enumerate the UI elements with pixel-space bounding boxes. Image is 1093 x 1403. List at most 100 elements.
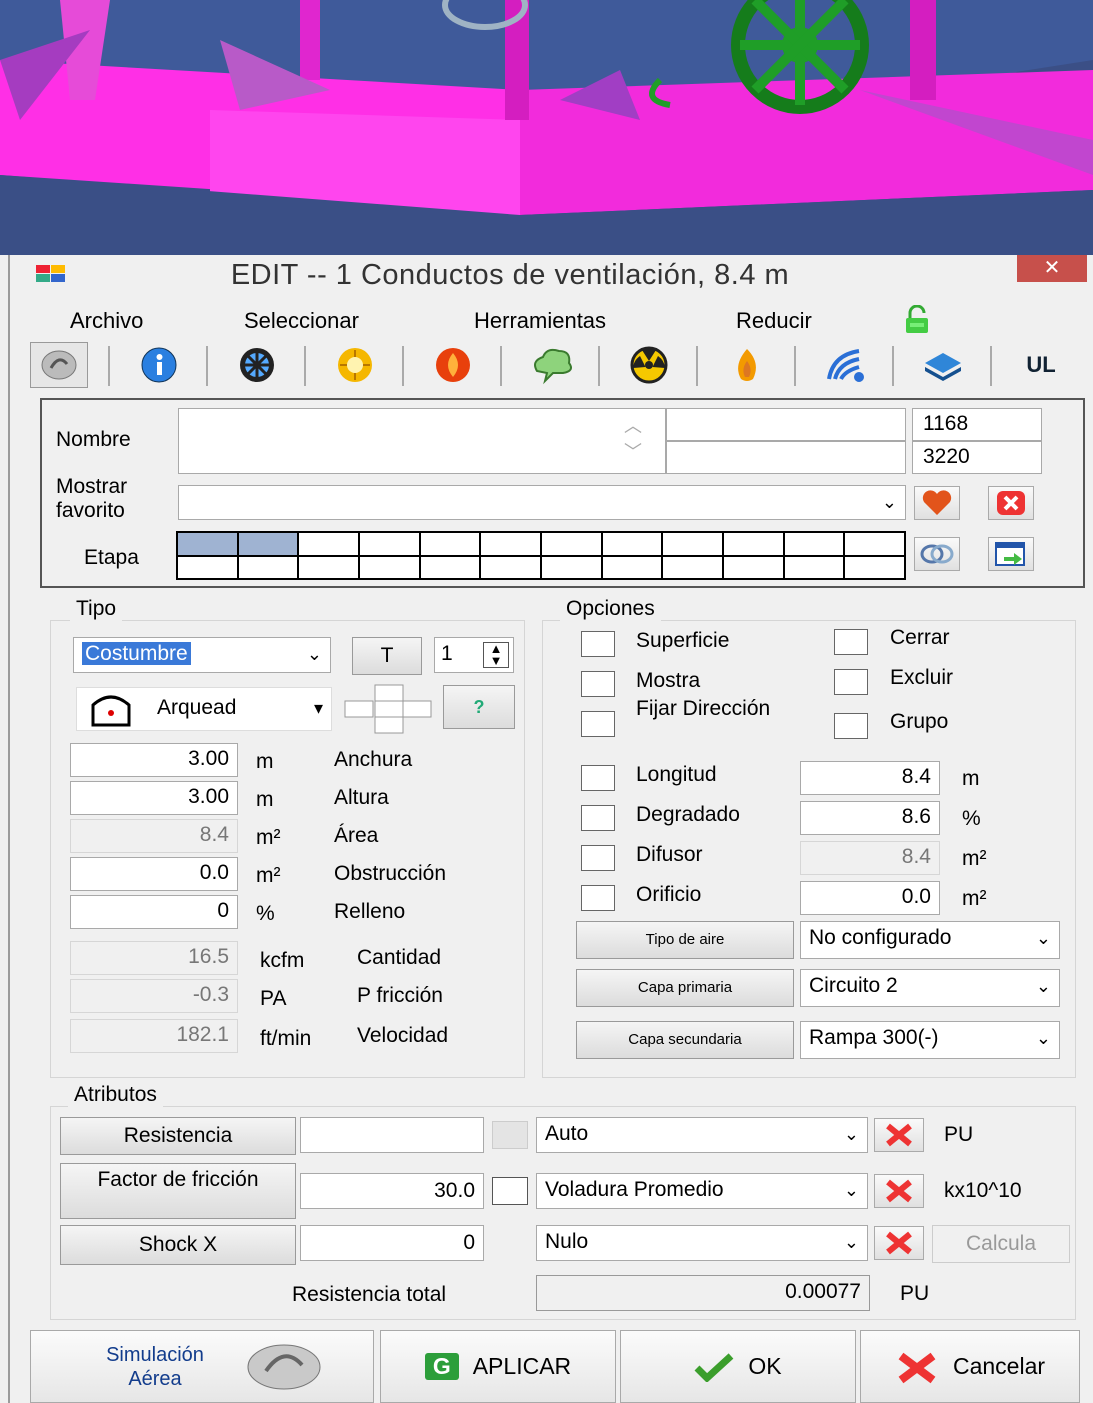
layers-icon[interactable] — [914, 342, 972, 388]
nombre-extra-1[interactable] — [666, 408, 906, 441]
attribute-checkbox[interactable] — [492, 1177, 528, 1205]
attribute-combo[interactable]: Auto ⌄ — [536, 1117, 868, 1153]
ok-button[interactable]: OK — [620, 1330, 856, 1403]
option-checkbox[interactable] — [834, 669, 868, 695]
attribute-button[interactable]: Resistencia — [60, 1117, 296, 1155]
attribute-button[interactable]: Factor de fricción — [60, 1163, 296, 1219]
etapa-cell[interactable] — [542, 556, 601, 578]
attribute-button[interactable]: Shock X — [60, 1225, 296, 1265]
type-select[interactable]: Costumbre ⌄ — [73, 637, 331, 673]
option-checkbox[interactable] — [581, 885, 615, 911]
etapa-cell[interactable] — [845, 533, 904, 555]
option-checkbox[interactable] — [834, 629, 868, 655]
etapa-cell[interactable] — [481, 533, 540, 555]
etapa-cell[interactable] — [724, 533, 783, 555]
simulacion-aerea-button[interactable]: Simulación Aérea — [30, 1330, 374, 1403]
sun-icon[interactable] — [326, 342, 384, 388]
option-checkbox[interactable] — [581, 711, 615, 737]
t-button[interactable]: T — [352, 637, 422, 675]
shape-select[interactable]: Arquead ▾ — [76, 687, 332, 731]
etapa-cell[interactable] — [420, 533, 480, 555]
option-checkbox[interactable] — [581, 765, 615, 791]
etapa-cell[interactable] — [420, 556, 480, 578]
close-button[interactable]: ✕ — [1017, 255, 1087, 282]
count-stepper[interactable]: 1 ▲ ▼ — [434, 637, 514, 673]
aplicar-button[interactable]: G APLICAR — [380, 1330, 616, 1403]
etapa-cell[interactable] — [602, 533, 662, 555]
option-checkbox[interactable] — [581, 631, 615, 657]
flame-icon[interactable] — [718, 342, 776, 388]
option-value-field[interactable]: 0.0 — [800, 881, 940, 915]
menu-reducir[interactable]: Reducir — [736, 308, 812, 334]
option-combo-select[interactable]: Rampa 300(-) ⌄ — [800, 1021, 1060, 1059]
cancelar-button[interactable]: Cancelar — [860, 1330, 1080, 1403]
etapa-cell[interactable] — [542, 533, 601, 555]
etapa-cell[interactable] — [602, 556, 662, 578]
link-button[interactable] — [914, 537, 960, 571]
attribute-value-field[interactable]: 0 — [300, 1225, 484, 1261]
radiation-icon[interactable] — [620, 342, 678, 388]
option-combo-button[interactable]: Capa secundaria — [576, 1021, 794, 1059]
etapa-cell[interactable] — [724, 556, 783, 578]
etapa-cell[interactable] — [299, 556, 358, 578]
favorito-select[interactable]: ⌄ — [178, 485, 906, 520]
etapa-cell[interactable] — [784, 556, 844, 578]
attribute-combo[interactable]: Nulo ⌄ — [536, 1225, 868, 1261]
menu-herramientas[interactable]: Herramientas — [474, 308, 606, 334]
etapa-cell[interactable] — [481, 556, 540, 578]
etapa-cell[interactable] — [178, 556, 237, 578]
option-checkbox[interactable] — [581, 671, 615, 697]
option-combo-button[interactable]: Tipo de aire — [576, 921, 794, 959]
clear-attribute-button[interactable] — [874, 1174, 924, 1208]
etapa-cell[interactable] — [784, 533, 844, 555]
option-value-field[interactable]: 8.6 — [800, 801, 940, 835]
clear-attribute-button[interactable] — [874, 1118, 924, 1152]
option-value-field[interactable]: 8.4 — [800, 761, 940, 795]
info-icon[interactable] — [130, 342, 188, 388]
etapa-cell[interactable] — [178, 533, 237, 555]
option-checkbox[interactable] — [581, 805, 615, 831]
tipo-value-field[interactable]: 3.00 — [70, 781, 238, 815]
menu-archivo[interactable]: Archivo — [70, 308, 143, 334]
calcula-button[interactable]: Calcula — [932, 1225, 1070, 1263]
option-checkbox[interactable] — [834, 713, 868, 739]
fire-icon[interactable] — [424, 342, 482, 388]
attribute-combo[interactable]: Voladura Promedio ⌄ — [536, 1173, 868, 1209]
option-combo-select[interactable]: Circuito 2 ⌄ — [800, 969, 1060, 1007]
nombre-scroll-icon[interactable]: ︿ ﹀ — [608, 413, 658, 469]
nombre-extra-2[interactable] — [666, 441, 906, 474]
nombre-input[interactable] — [178, 408, 666, 474]
etapa-grid[interactable] — [176, 531, 906, 580]
cloud-icon[interactable] — [522, 342, 580, 388]
help-button[interactable]: ? — [443, 685, 515, 729]
clear-attribute-button[interactable] — [874, 1226, 924, 1260]
etapa-cell[interactable] — [360, 556, 419, 578]
attribute-value-field[interactable]: 30.0 — [300, 1173, 484, 1209]
etapa-cell[interactable] — [238, 533, 298, 555]
etapa-cell[interactable] — [238, 556, 298, 578]
tipo-value-field[interactable]: 0.0 — [70, 857, 238, 891]
tipo-value-field[interactable]: 3.00 — [70, 743, 238, 777]
delete-favorite-button[interactable] — [988, 486, 1034, 520]
export-button[interactable] — [988, 537, 1034, 571]
option-combo-button[interactable]: Capa primaria — [576, 969, 794, 1007]
attribute-checkbox[interactable] — [492, 1121, 528, 1149]
option-checkbox[interactable] — [581, 845, 615, 871]
simulacion-icon[interactable] — [30, 342, 88, 388]
attribute-value-field[interactable] — [300, 1117, 484, 1153]
ul-icon[interactable]: UL — [1012, 342, 1070, 388]
option-combo-select[interactable]: No configurado ⌄ — [800, 921, 1060, 959]
etapa-cell[interactable] — [663, 556, 722, 578]
3d-viewport[interactable] — [0, 0, 1093, 255]
id-field-1[interactable]: 1168 — [912, 408, 1042, 441]
etapa-cell[interactable] — [663, 533, 722, 555]
etapa-cell[interactable] — [299, 533, 358, 555]
etapa-cell[interactable] — [360, 533, 419, 555]
tipo-value-field[interactable]: 0 — [70, 895, 238, 929]
signal-icon[interactable] — [816, 342, 874, 388]
stepper-arrows-icon[interactable]: ▲ ▼ — [483, 642, 509, 668]
lock-icon[interactable] — [902, 304, 932, 335]
menu-seleccionar[interactable]: Seleccionar — [244, 308, 359, 334]
heart-button[interactable] — [914, 486, 960, 520]
etapa-cell[interactable] — [845, 556, 904, 578]
